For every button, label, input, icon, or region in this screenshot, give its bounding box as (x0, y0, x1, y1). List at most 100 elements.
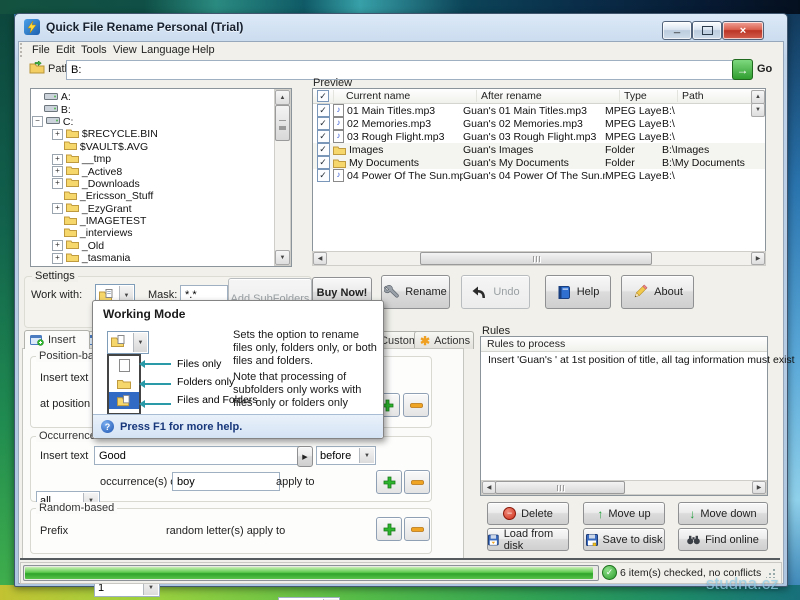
occurrence-text-input[interactable]: Good (94, 446, 304, 465)
rule-item[interactable]: Insert 'Guan's ' at 1st position of titl… (481, 352, 767, 367)
scroll-left-icon[interactable]: ◀ (313, 252, 327, 265)
load-from-disk-button[interactable]: Load from disk (487, 528, 569, 551)
tree-item-folder[interactable]: + _tasmania (32, 252, 272, 264)
expand-icon[interactable]: + (52, 240, 63, 251)
tree-item-drive-c[interactable]: − C: (32, 116, 272, 128)
preview-table[interactable]: ✓ Current name After rename Type Path ✓ … (312, 88, 766, 252)
save-to-disk-button[interactable]: Save to disk (583, 528, 665, 551)
tree-item-folder[interactable]: _interviews (32, 227, 272, 239)
tree-item-folder[interactable]: + _EzyGrant (32, 203, 272, 215)
rules-header[interactable]: Rules to process (481, 337, 767, 352)
before-after-select[interactable]: before▼ (316, 446, 376, 465)
preview-row[interactable]: ✓ ♪04 Power Of The Sun.mp3 Guan's 04 Pow… (313, 169, 765, 182)
column-after-rename[interactable]: After rename (477, 90, 620, 102)
tab-insert[interactable]: Insert (24, 330, 90, 349)
menu-file[interactable]: File (32, 44, 50, 56)
go-button[interactable]: → (732, 59, 753, 80)
column-current-name[interactable]: Current name (334, 90, 477, 102)
menu-edit[interactable]: Edit (56, 44, 75, 56)
undo-button[interactable]: Undo (461, 275, 530, 309)
row-checkbox[interactable]: ✓ (317, 143, 330, 156)
tree-item-folder[interactable]: + _Old (32, 240, 272, 252)
minimize-icon: _ (674, 22, 680, 34)
preview-hscrollbar-thumb[interactable] (420, 252, 652, 265)
maximize-button[interactable] (692, 21, 722, 40)
go-label[interactable]: Go (757, 63, 772, 75)
expand-icon[interactable]: + (52, 178, 63, 189)
tree-scrollbar-thumb[interactable] (275, 105, 290, 141)
tree-item-folder[interactable]: + __tmp (32, 153, 272, 165)
menu-tools[interactable]: Tools (81, 44, 107, 56)
help-button[interactable]: Help (545, 275, 611, 309)
tree-item-drive-b[interactable]: B: (32, 103, 272, 115)
preview-row[interactable]: ✓ Images Guan's Images Folder B:\Images (313, 143, 765, 156)
tree-item-folder[interactable]: _IMAGETEST (32, 215, 272, 227)
scroll-right-icon[interactable]: ▶ (751, 252, 765, 265)
occurrence-add-button[interactable] (376, 470, 402, 494)
preview-scroll-down-icon[interactable]: ▼ (751, 103, 765, 117)
menu-help[interactable]: Help (192, 44, 215, 56)
settings-label: Settings (32, 270, 78, 282)
tab-actions[interactable]: ✱ Actions (414, 331, 474, 349)
tree-item-folder[interactable]: + _Downloads (32, 178, 272, 190)
work-with-label: Work with: (31, 289, 82, 301)
path-input[interactable]: B: (66, 60, 736, 80)
select-all-checkbox[interactable]: ✓ (313, 90, 334, 102)
tooltip-footer-text: Press F1 for more help. (120, 421, 242, 433)
collapse-icon[interactable]: − (32, 116, 43, 127)
rules-hscrollbar-thumb[interactable] (495, 481, 625, 494)
expand-icon[interactable]: + (52, 154, 63, 165)
preview-row[interactable]: ✓ ♪02 Memories.mp3 Guan's 02 Memories.mp… (313, 117, 765, 130)
minimize-button[interactable]: _ (662, 21, 692, 40)
folder-tree-items: A: B: − C: + $RECYCLE.BIN $VAULT$.AVG + … (32, 91, 272, 264)
insert-token-button[interactable]: ▶ (297, 446, 313, 467)
move-up-label: Move up (608, 508, 650, 520)
menu-language[interactable]: Language (141, 44, 190, 56)
expand-icon[interactable]: + (52, 203, 63, 214)
scroll-right-icon[interactable]: ▶ (752, 481, 766, 494)
occurrence-of-input[interactable]: boy (172, 472, 280, 491)
position-remove-button[interactable] (403, 393, 429, 417)
tree-item-folder[interactable]: + $RECYCLE.BIN (32, 128, 272, 140)
delete-icon: − (503, 507, 516, 520)
pencil-icon (632, 284, 648, 300)
expand-icon[interactable]: + (52, 166, 63, 177)
random-remove-button[interactable] (404, 517, 430, 541)
preview-row[interactable]: ✓ My Documents Guan's My Documents Folde… (313, 156, 765, 169)
tree-item-folder[interactable]: _Ericsson_Stuff (32, 190, 272, 202)
random-add-button[interactable] (376, 517, 402, 541)
close-button[interactable]: × (722, 21, 764, 40)
move-down-button[interactable]: ↓ Move down (678, 502, 768, 525)
preview-header-row[interactable]: ✓ Current name After rename Type Path (313, 89, 765, 104)
scroll-down-icon[interactable]: ▼ (275, 250, 290, 265)
find-online-button[interactable]: Find online (678, 528, 768, 551)
expand-icon[interactable]: + (52, 129, 63, 140)
preview-scroll-up-icon[interactable]: ▲ (751, 90, 765, 104)
scroll-left-icon[interactable]: ◀ (482, 481, 496, 494)
about-label: About (654, 286, 683, 298)
occurrence-remove-button[interactable] (404, 470, 430, 494)
column-type[interactable]: Type (620, 90, 678, 102)
delete-rule-button[interactable]: − Delete (487, 502, 569, 525)
tab-insert-label: Insert (48, 334, 76, 346)
row-checkbox[interactable]: ✓ (317, 104, 330, 117)
menu-view[interactable]: View (113, 44, 137, 56)
scroll-up-icon[interactable]: ▲ (275, 90, 290, 105)
row-checkbox[interactable]: ✓ (317, 117, 330, 130)
row-checkbox[interactable]: ✓ (317, 130, 330, 143)
tree-item-folder[interactable]: $VAULT$.AVG (32, 141, 272, 153)
about-button[interactable]: About (621, 275, 694, 309)
rules-list[interactable]: Rules to process Insert 'Guan's ' at 1st… (480, 336, 768, 496)
row-checkbox[interactable]: ✓ (317, 156, 330, 169)
tree-item-drive-a[interactable]: A: (32, 91, 272, 103)
expand-icon[interactable]: + (52, 253, 63, 264)
move-up-button[interactable]: ↑ Move up (583, 502, 665, 525)
tree-item-label: _Active8 (82, 166, 122, 178)
rename-button[interactable]: Rename (381, 275, 450, 309)
chevron-down-icon[interactable]: ▼ (359, 448, 374, 463)
preview-row[interactable]: ✓ ♪03 Rough Flight.mp3 Guan's 03 Rough F… (313, 130, 765, 143)
preview-row[interactable]: ✓ ♪01 Main Titles.mp3 Guan's 01 Main Tit… (313, 104, 765, 117)
row-checkbox[interactable]: ✓ (317, 169, 330, 182)
tooltip-option-list (107, 354, 141, 415)
tree-item-folder[interactable]: + _Active8 (32, 165, 272, 177)
